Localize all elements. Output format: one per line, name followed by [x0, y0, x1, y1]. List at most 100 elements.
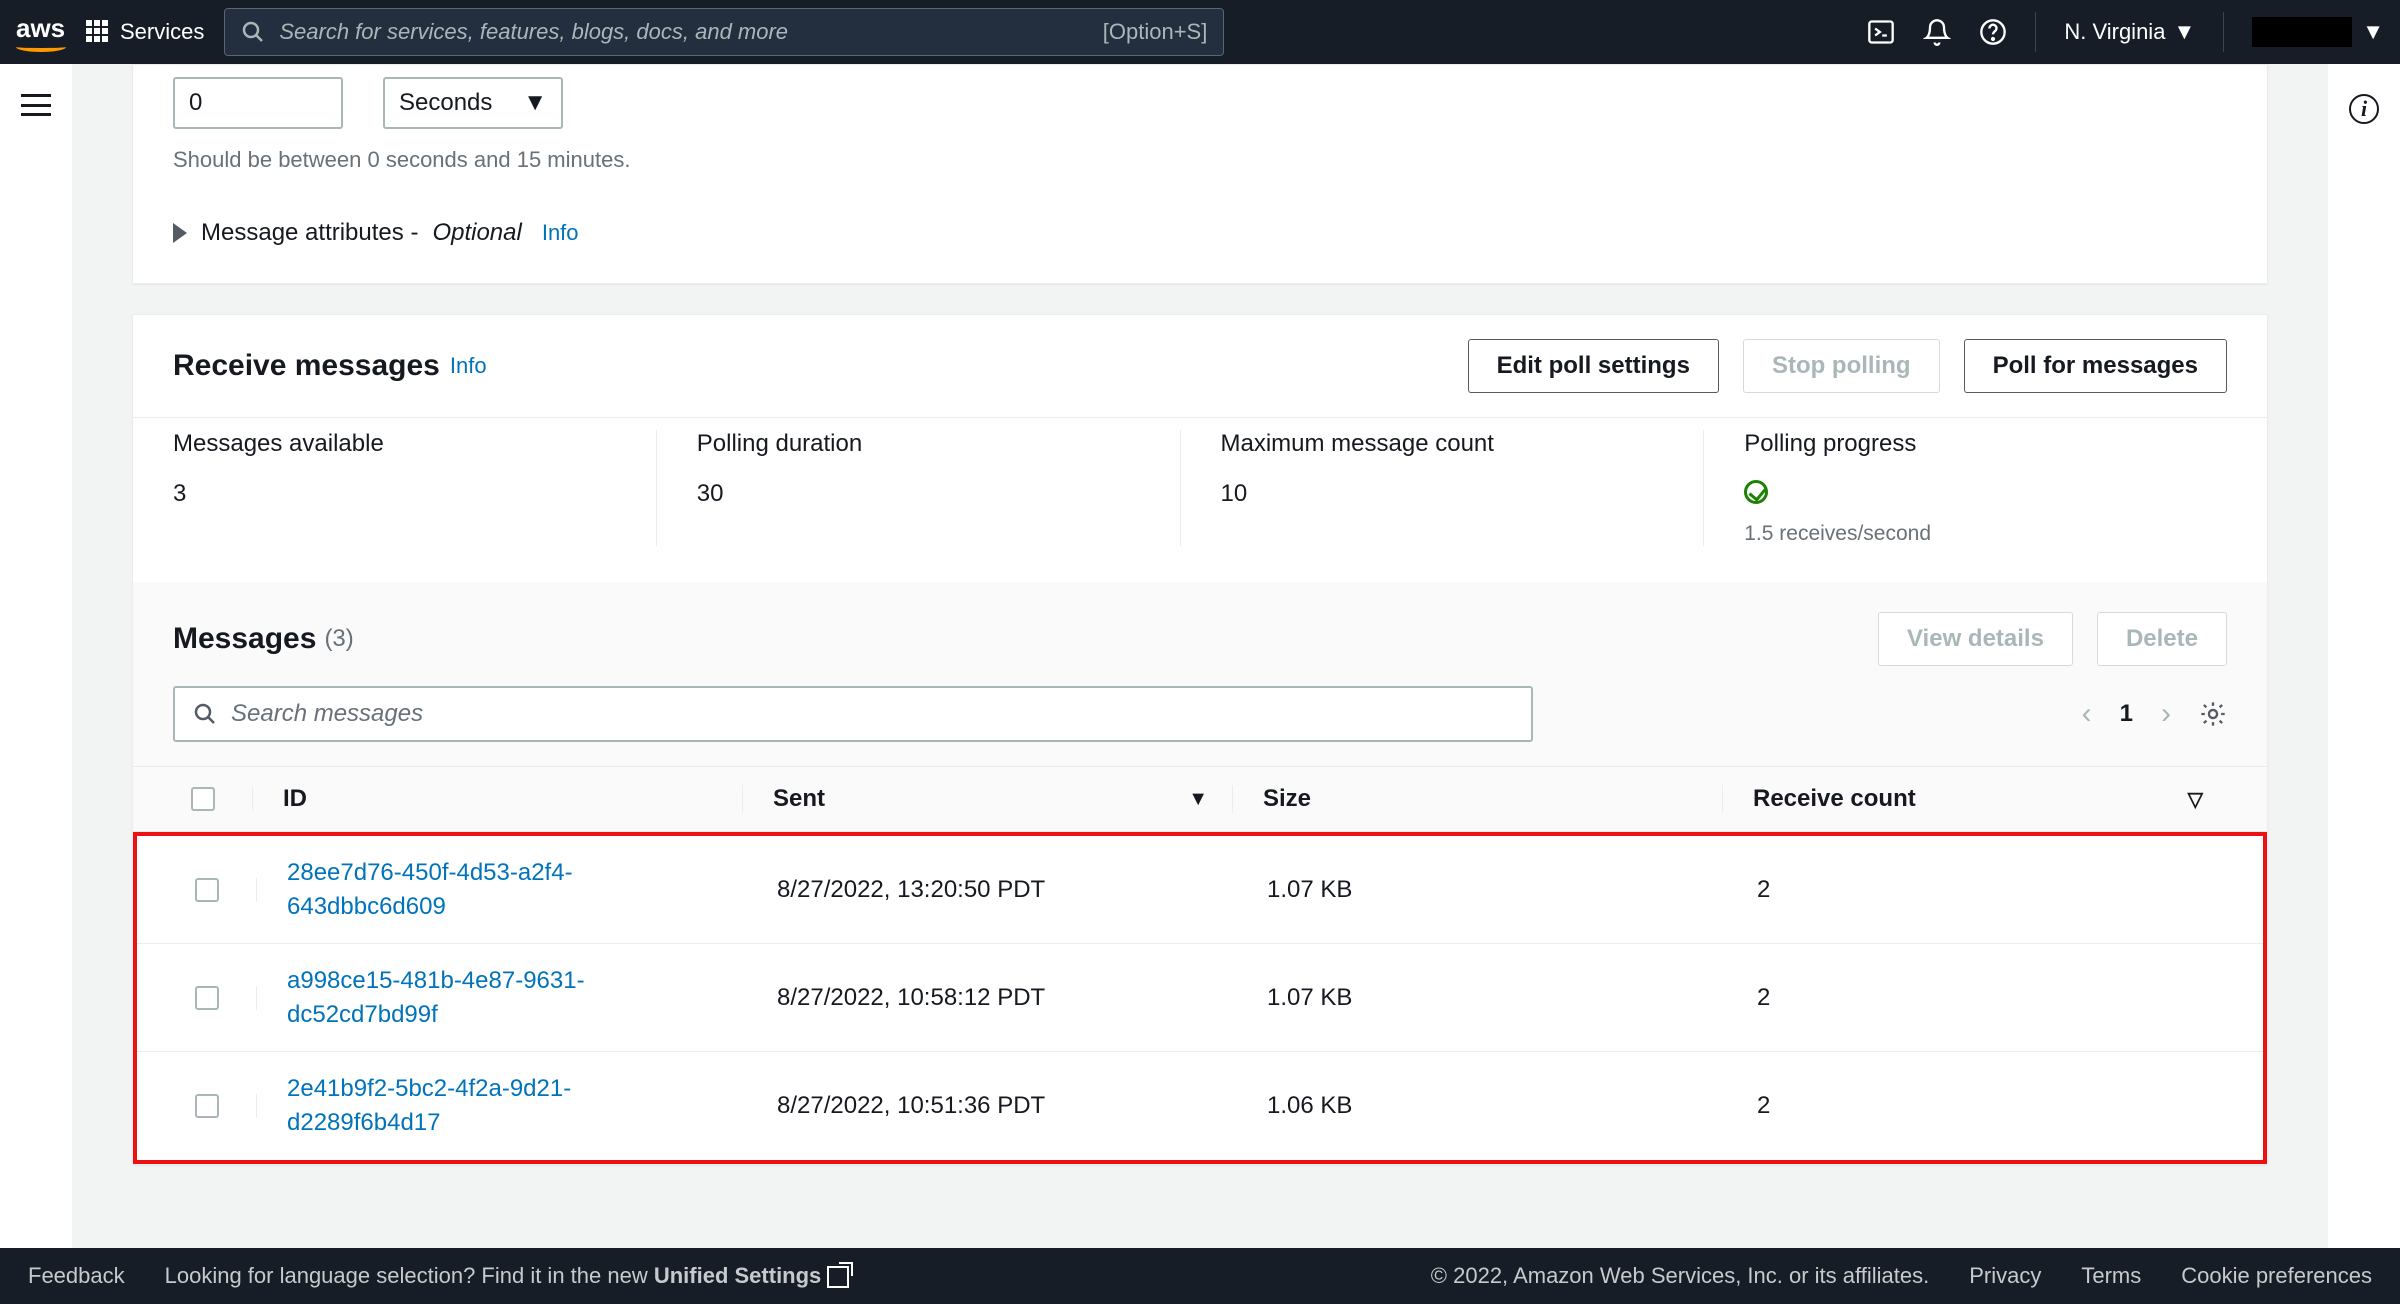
services-menu-button[interactable]: Services	[86, 19, 204, 45]
cell-receive-count: 2	[1727, 984, 2223, 1012]
right-rail: i	[2328, 64, 2400, 1248]
messages-toolbar: Search messages ‹ 1 ›	[133, 686, 2267, 766]
cell-sent: 8/27/2022, 13:20:50 PDT	[747, 876, 1237, 904]
poll-for-messages-button[interactable]: Poll for messages	[1964, 339, 2227, 393]
receive-stats: Messages available 3 Polling duration 30…	[133, 417, 2267, 582]
terms-link[interactable]: Terms	[2081, 1263, 2141, 1289]
nav-divider	[2223, 12, 2224, 52]
stat-polling-progress: Polling progress 1.5 receives/second	[1703, 430, 2227, 546]
cell-size: 1.07 KB	[1237, 876, 1727, 904]
search-icon	[241, 20, 265, 44]
select-all-checkbox[interactable]	[173, 787, 253, 811]
cell-sent: 8/27/2022, 10:58:12 PDT	[747, 984, 1237, 1012]
account-redacted	[2252, 17, 2352, 47]
footer-right: © 2022, Amazon Web Services, Inc. or its…	[1431, 1263, 2372, 1289]
message-id-link[interactable]: 28ee7d76-450f-4d53-a2f4-643dbbc6d609	[287, 856, 707, 923]
stat-value: 3	[173, 480, 656, 508]
notifications-icon[interactable]	[1923, 18, 1951, 46]
table-row: 28ee7d76-450f-4d53-a2f4-643dbbc6d609 8/2…	[137, 836, 2263, 943]
col-size[interactable]: Size	[1233, 785, 1723, 813]
messages-table: ID Sent ▼ Size Receive count ▽ 28ee7d76-…	[133, 766, 2267, 1164]
cloudshell-icon[interactable]	[1867, 18, 1895, 46]
cookie-preferences-link[interactable]: Cookie preferences	[2181, 1263, 2372, 1289]
messages-header: Messages (3) View details Delete	[133, 582, 2267, 686]
delivery-delay-unit-select[interactable]: Seconds ▼	[383, 77, 563, 129]
search-shortcut: [Option+S]	[1103, 19, 1208, 45]
stat-label: Messages available	[173, 430, 656, 458]
messages-buttons: View details Delete	[1878, 612, 2227, 666]
row-checkbox[interactable]	[195, 986, 219, 1010]
pagination: ‹ 1 ›	[2082, 697, 2227, 731]
left-rail	[0, 64, 72, 1248]
chevron-down-icon: ▼	[2362, 19, 2384, 45]
nav-divider	[2035, 12, 2036, 52]
delivery-delay-value: 0	[189, 89, 202, 117]
col-sent[interactable]: Sent ▼	[743, 785, 1233, 813]
account-menu[interactable]: ▼	[2252, 17, 2384, 47]
message-id-link[interactable]: 2e41b9f2-5bc2-4f2a-9d21-d2289f6b4d17	[287, 1072, 707, 1139]
receive-buttons: Edit poll settings Stop polling Poll for…	[1468, 339, 2227, 393]
stat-polling-duration: Polling duration 30	[656, 430, 1180, 546]
delete-button: Delete	[2097, 612, 2227, 666]
cell-receive-count: 2	[1727, 1092, 2223, 1120]
cell-size: 1.07 KB	[1237, 984, 1727, 1012]
aws-logo-text: aws	[16, 13, 65, 43]
grid-icon	[86, 20, 110, 44]
message-id-link[interactable]: a998ce15-481b-4e87-9631-dc52cd7bd99f	[287, 964, 707, 1031]
delivery-delay-hint: Should be between 0 seconds and 15 minut…	[173, 147, 2227, 173]
chevron-down-icon: ▼	[523, 89, 547, 117]
receive-title: Receive messages	[173, 349, 440, 383]
stat-max-message-count: Maximum message count 10	[1180, 430, 1704, 546]
col-receive-count[interactable]: Receive count ▽	[1723, 785, 2227, 813]
search-icon	[193, 702, 217, 726]
expander-optional: Optional	[432, 219, 521, 247]
stat-label: Maximum message count	[1221, 430, 1704, 458]
table-row: a998ce15-481b-4e87-9631-dc52cd7bd99f 8/2…	[137, 943, 2263, 1051]
aws-logo[interactable]: aws	[16, 13, 66, 52]
edit-poll-settings-button[interactable]: Edit poll settings	[1468, 339, 1719, 393]
expander-info-link[interactable]: Info	[542, 220, 579, 246]
messages-count: (3)	[324, 625, 353, 653]
prev-page-button[interactable]: ‹	[2082, 697, 2092, 731]
page-number: 1	[2120, 700, 2133, 728]
receive-messages-panel: Receive messages Info Edit poll settings…	[132, 314, 2268, 1165]
next-page-button[interactable]: ›	[2161, 697, 2171, 731]
footer: Feedback Looking for language selection?…	[0, 1248, 2400, 1304]
col-id[interactable]: ID	[253, 785, 743, 813]
receive-info-link[interactable]: Info	[450, 353, 487, 379]
expander-label: Message attributes -	[201, 219, 418, 247]
message-attributes-expander[interactable]: Message attributes - Optional Info	[173, 219, 2227, 247]
menu-toggle-button[interactable]	[21, 94, 51, 116]
messages-search-input[interactable]: Search messages	[173, 686, 1533, 742]
gear-icon[interactable]	[2199, 700, 2227, 728]
app-body: 0 Seconds ▼ Should be between 0 seconds …	[0, 64, 2400, 1248]
col-rc-label: Receive count	[1753, 785, 1916, 813]
unified-settings-text: Unified Settings	[654, 1263, 821, 1288]
info-panel-toggle[interactable]: i	[2349, 94, 2379, 124]
region-selector[interactable]: N. Virginia ▼	[2064, 19, 2195, 45]
send-message-panel-tail: 0 Seconds ▼ Should be between 0 seconds …	[132, 64, 2268, 284]
stop-polling-button: Stop polling	[1743, 339, 1940, 393]
lang-prompt-text: Looking for language selection? Find it …	[165, 1263, 654, 1288]
delivery-delay-unit: Seconds	[399, 89, 492, 117]
feedback-link[interactable]: Feedback	[28, 1263, 125, 1289]
table-row: 2e41b9f2-5bc2-4f2a-9d21-d2289f6b4d17 8/2…	[137, 1051, 2263, 1159]
copyright: © 2022, Amazon Web Services, Inc. or its…	[1431, 1263, 1929, 1289]
row-checkbox[interactable]	[195, 878, 219, 902]
cell-sent: 8/27/2022, 10:51:36 PDT	[747, 1092, 1237, 1120]
messages-title: Messages	[173, 622, 316, 656]
help-icon[interactable]	[1979, 18, 2007, 46]
delivery-delay-input[interactable]: 0	[173, 77, 343, 129]
search-placeholder: Search for services, features, blogs, do…	[279, 19, 788, 45]
chevron-down-icon: ▼	[2173, 19, 2195, 45]
global-search-input[interactable]: Search for services, features, blogs, do…	[224, 8, 1224, 56]
highlighted-rows-annotation: 28ee7d76-450f-4d53-a2f4-643dbbc6d609 8/2…	[133, 832, 2267, 1164]
sort-icon: ▽	[2188, 787, 2203, 812]
sort-desc-icon: ▼	[1188, 788, 1208, 811]
top-nav-right: N. Virginia ▼ ▼	[1867, 12, 2384, 52]
unified-settings-link[interactable]: Unified Settings	[654, 1263, 849, 1288]
privacy-link[interactable]: Privacy	[1969, 1263, 2041, 1289]
external-link-icon	[827, 1266, 849, 1288]
view-details-button: View details	[1878, 612, 2073, 666]
row-checkbox[interactable]	[195, 1094, 219, 1118]
